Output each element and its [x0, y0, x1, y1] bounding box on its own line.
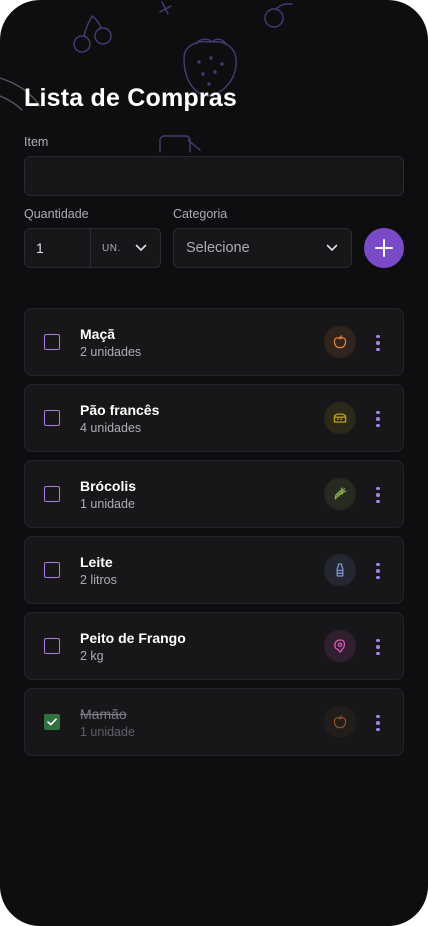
plus-icon — [375, 239, 393, 257]
category-badge — [324, 478, 356, 510]
carrot-icon — [334, 487, 347, 500]
item-checkbox[interactable] — [44, 714, 60, 730]
page-title: Lista de Compras — [24, 84, 237, 112]
item-name: Peito de Frango — [80, 630, 186, 646]
list-item: Brócolis 1 unidade — [24, 460, 404, 528]
add-item-button[interactable] — [364, 228, 404, 268]
category-value: Selecione — [186, 240, 250, 256]
chevron-down-icon — [135, 244, 147, 251]
shopping-list: Maçã 2 unidades Pão francês 4 unidades Bróco… — [24, 308, 404, 764]
category-badge — [324, 402, 356, 434]
quantity-input[interactable]: 1 — [25, 229, 90, 267]
item-input-box — [24, 156, 404, 196]
item-name: Pão francês — [80, 402, 160, 418]
category-badge — [324, 554, 356, 586]
list-item: Mamão 1 unidade — [24, 688, 404, 756]
unit-value: UN. — [102, 242, 121, 254]
item-name: Brócolis — [80, 478, 137, 494]
item-quantity: 1 unidade — [80, 497, 135, 511]
check-icon — [47, 718, 57, 726]
milk-icon — [336, 563, 344, 577]
item-menu-button[interactable] — [368, 483, 388, 507]
item-label: Item — [24, 135, 49, 149]
category-label: Categoria — [173, 207, 228, 221]
item-quantity: 2 unidades — [80, 345, 142, 359]
app-screen: Lista de Compras Item Quantidade Categor… — [0, 0, 428, 926]
quantity-label: Quantidade — [24, 207, 89, 221]
item-name: Leite — [80, 554, 113, 570]
quantity-field: 1 UN. — [24, 228, 161, 268]
apple-icon — [333, 715, 347, 729]
item-menu-button[interactable] — [368, 635, 388, 659]
item-checkbox[interactable] — [44, 486, 60, 502]
category-badge — [324, 706, 356, 738]
item-checkbox[interactable] — [44, 334, 60, 350]
category-badge — [324, 630, 356, 662]
list-item: Peito de Frango 2 kg — [24, 612, 404, 680]
item-checkbox[interactable] — [44, 638, 60, 654]
item-quantity: 2 litros — [80, 573, 117, 587]
item-quantity: 2 kg — [80, 649, 104, 663]
unit-select[interactable]: UN. — [90, 229, 160, 267]
apple-icon — [333, 335, 347, 349]
item-menu-button[interactable] — [368, 407, 388, 431]
list-item: Maçã 2 unidades — [24, 308, 404, 376]
item-checkbox[interactable] — [44, 410, 60, 426]
item-menu-button[interactable] — [368, 711, 388, 735]
item-menu-button[interactable] — [368, 559, 388, 583]
list-item: Pão francês 4 unidades — [24, 384, 404, 452]
item-name: Maçã — [80, 326, 116, 342]
list-item: Leite 2 litros — [24, 536, 404, 604]
meat-icon — [334, 639, 346, 653]
chevron-down-icon — [326, 244, 338, 251]
bread-icon — [333, 413, 347, 423]
category-badge — [324, 326, 356, 358]
item-quantity: 4 unidades — [80, 421, 142, 435]
item-name: Mamão — [80, 706, 127, 722]
category-select[interactable]: Selecione — [173, 228, 352, 268]
item-checkbox[interactable] — [44, 562, 60, 578]
item-menu-button[interactable] — [368, 331, 388, 355]
item-quantity: 1 unidade — [80, 725, 135, 739]
item-input[interactable] — [25, 157, 403, 195]
